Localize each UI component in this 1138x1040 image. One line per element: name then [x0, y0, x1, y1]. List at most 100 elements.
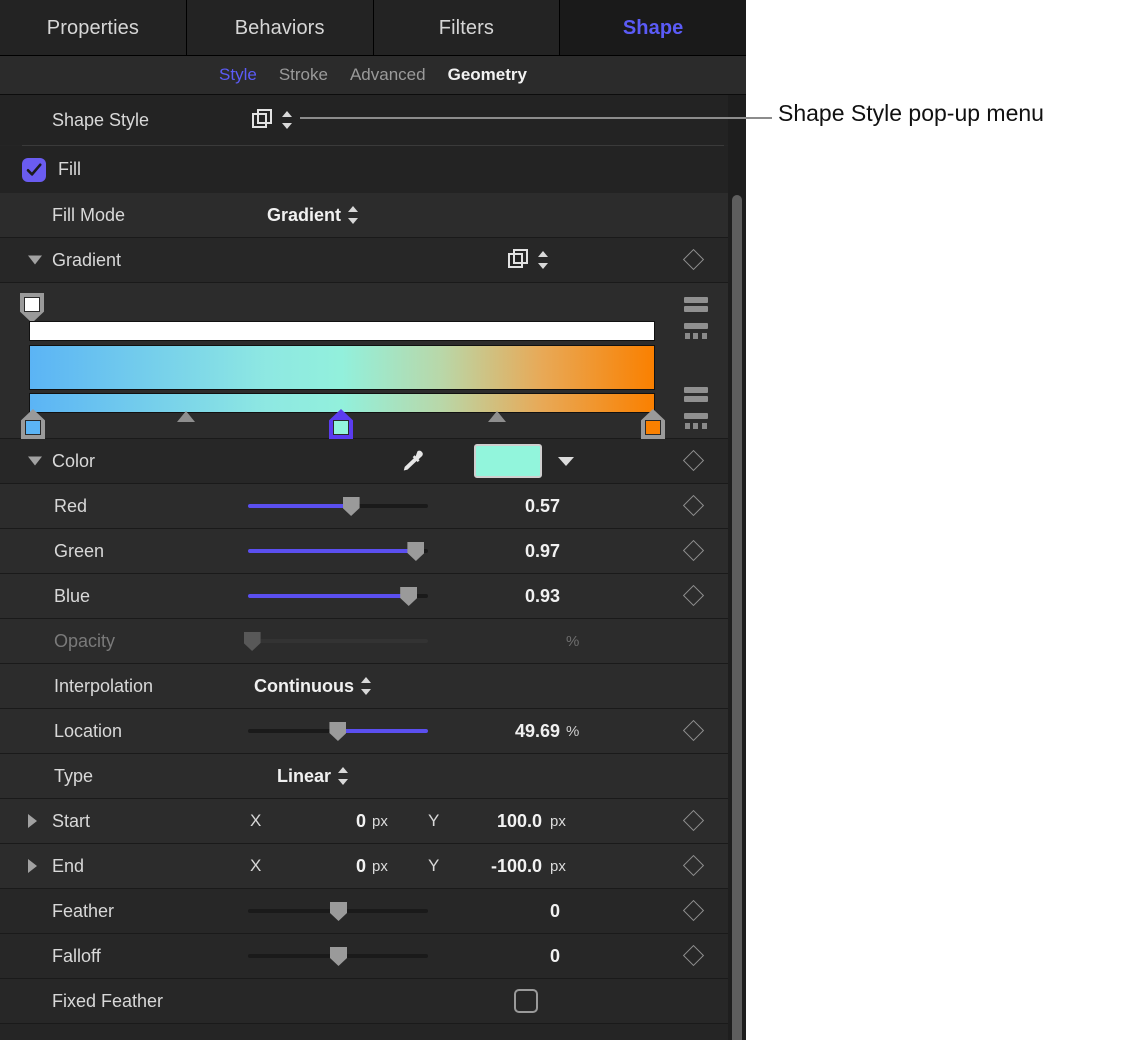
start-y-value[interactable]: 100.0: [450, 811, 542, 832]
fill-checkbox[interactable]: [22, 158, 46, 182]
blue-slider[interactable]: [248, 586, 428, 606]
gradient-label: Gradient: [0, 250, 121, 271]
tab-shape[interactable]: Shape: [560, 0, 746, 56]
feather-value[interactable]: 0: [440, 901, 560, 922]
gradient-opacity-strip[interactable]: [29, 321, 655, 341]
blue-label: Blue: [0, 586, 90, 607]
row-interpolation: Interpolation Continuous: [0, 664, 746, 709]
eyedropper-icon[interactable]: [396, 447, 426, 477]
end-x-label: X: [250, 856, 261, 876]
location-label: Location: [0, 721, 122, 742]
location-keyframe-diamond[interactable]: [683, 720, 704, 741]
start-disclosure-triangle[interactable]: [28, 814, 37, 828]
feather-slider[interactable]: [248, 901, 428, 921]
color-keyframe-diamond[interactable]: [683, 450, 704, 471]
subtab-geometry[interactable]: Geometry: [448, 65, 527, 85]
subtab-style[interactable]: Style: [219, 65, 257, 85]
blue-keyframe-diamond[interactable]: [683, 585, 704, 606]
row-gradient: Gradient: [0, 238, 746, 283]
subtab-advanced[interactable]: Advanced: [350, 65, 426, 85]
red-value[interactable]: 0.57: [440, 496, 560, 517]
start-x-unit: px: [372, 813, 388, 830]
shape-style-popup-menu[interactable]: [252, 109, 293, 131]
red-slider[interactable]: [248, 496, 428, 516]
gradient-midpoint-marker[interactable]: [488, 411, 506, 422]
start-keyframe-diamond[interactable]: [683, 810, 704, 831]
fixed-feather-checkbox[interactable]: [514, 989, 538, 1013]
location-value[interactable]: 49.69: [440, 721, 560, 742]
gradient-preview-large[interactable]: [29, 345, 655, 390]
tab-behaviors-label: Behaviors: [235, 17, 325, 40]
panel-scrollbar-thumb[interactable]: [732, 195, 742, 1040]
stacked-squares-icon: [252, 109, 274, 131]
tab-filters[interactable]: Filters: [374, 0, 561, 56]
green-keyframe-diamond[interactable]: [683, 540, 704, 561]
fill-mode-value: Gradient: [267, 205, 341, 226]
red-keyframe-diamond[interactable]: [683, 495, 704, 516]
row-type: Type Linear: [0, 754, 746, 799]
gradient-color-stop[interactable]: [21, 409, 45, 439]
start-y-unit: px: [550, 813, 566, 830]
green-value[interactable]: 0.97: [440, 541, 560, 562]
type-popup-menu[interactable]: Linear: [0, 754, 746, 798]
gradient-midpoint-marker[interactable]: [177, 411, 195, 422]
row-falloff: Falloff 0: [0, 934, 746, 979]
start-x-value[interactable]: 0: [286, 811, 366, 832]
row-location: Location 49.69 %: [0, 709, 746, 754]
gradient-tool-icon-spread-bottom[interactable]: [684, 387, 708, 403]
gradient-disclosure-triangle[interactable]: [28, 256, 42, 265]
callout-leader-line: [300, 117, 772, 119]
gradient-opacity-tag[interactable]: [20, 293, 44, 323]
gradient-color-stop-selected[interactable]: [329, 409, 353, 439]
opacity-slider: [248, 631, 428, 651]
end-y-unit: px: [550, 858, 566, 875]
row-start: Start X 0 px Y 100.0 px: [0, 799, 746, 844]
gradient-tool-icon-distribute-bottom[interactable]: [684, 413, 708, 429]
falloff-slider[interactable]: [248, 946, 428, 966]
chevron-down-icon[interactable]: [558, 457, 574, 466]
row-color: Color: [0, 439, 746, 484]
subtab-stroke[interactable]: Stroke: [279, 65, 328, 85]
tab-behaviors[interactable]: Behaviors: [187, 0, 374, 56]
end-keyframe-diamond[interactable]: [683, 855, 704, 876]
blue-value[interactable]: 0.93: [440, 586, 560, 607]
location-slider[interactable]: [248, 721, 428, 741]
color-disclosure-triangle[interactable]: [28, 457, 42, 466]
tab-shape-label: Shape: [623, 17, 684, 40]
chevron-updown-icon: [361, 675, 372, 697]
gradient-color-stop[interactable]: [641, 409, 665, 439]
row-blue: Blue 0.93: [0, 574, 746, 619]
feather-keyframe-diamond[interactable]: [683, 900, 704, 921]
color-label: Color: [0, 451, 95, 472]
end-label: End: [0, 856, 84, 877]
row-fill: Fill: [0, 146, 746, 193]
type-value: Linear: [277, 766, 331, 787]
tab-properties[interactable]: Properties: [0, 0, 187, 56]
color-swatch[interactable]: [474, 444, 542, 478]
green-label: Green: [0, 541, 104, 562]
falloff-keyframe-diamond[interactable]: [683, 945, 704, 966]
end-disclosure-triangle[interactable]: [28, 859, 37, 873]
falloff-value[interactable]: 0: [440, 946, 560, 967]
gradient-tool-icon-distribute-top[interactable]: [684, 323, 708, 339]
opacity-unit: %: [566, 633, 579, 650]
panel-scrollbar-track[interactable]: [728, 95, 746, 1040]
row-green: Green 0.97: [0, 529, 746, 574]
end-y-value[interactable]: -100.0: [450, 856, 542, 877]
row-red: Red 0.57: [0, 484, 746, 529]
red-label: Red: [0, 496, 87, 517]
shape-subtab-bar: Style Stroke Advanced Geometry: [0, 56, 746, 95]
end-x-value[interactable]: 0: [286, 856, 366, 877]
gradient-tool-icon-spread-top[interactable]: [684, 297, 708, 313]
gradient-preset-popup-menu[interactable]: [508, 249, 549, 271]
green-slider[interactable]: [248, 541, 428, 561]
chevron-updown-icon: [338, 765, 349, 787]
fixed-feather-label: Fixed Feather: [0, 991, 163, 1012]
gradient-keyframe-diamond[interactable]: [683, 249, 704, 270]
end-x-unit: px: [372, 858, 388, 875]
start-y-label: Y: [428, 811, 439, 831]
tab-filters-label: Filters: [439, 17, 494, 40]
tab-properties-label: Properties: [47, 17, 139, 40]
shape-style-label: Shape Style: [0, 110, 149, 131]
end-y-label: Y: [428, 856, 439, 876]
